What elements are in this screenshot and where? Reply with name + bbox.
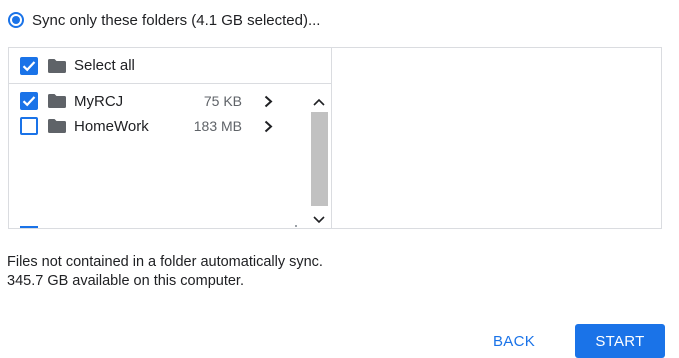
back-button[interactable]: BACK: [470, 324, 558, 358]
check-icon: [22, 96, 36, 107]
folder-tree-pane: Select all MyRCJ 75 KB HomeWork 183 MB: [9, 48, 332, 228]
sync-only-folders-label: Sync only these folders (4.1 GB selected…: [32, 11, 321, 29]
scrollbar-thumb[interactable]: [311, 112, 328, 206]
clipped-checkbox: [20, 226, 38, 228]
select-all-checkbox[interactable]: [20, 56, 38, 75]
chevron-up-icon[interactable]: [309, 94, 329, 110]
clipped-mark: [295, 225, 297, 227]
folder-name: HomeWork: [74, 117, 149, 135]
select-all-row[interactable]: Select all: [9, 48, 331, 84]
sync-only-folders-radio[interactable]: [8, 12, 24, 28]
sync-folders-dialog: Sync only these folders (4.1 GB selected…: [0, 0, 679, 358]
chevron-down-icon[interactable]: [309, 212, 329, 228]
chevron-right-icon[interactable]: [262, 119, 274, 133]
folder-icon: [48, 119, 66, 133]
folder-list-scrollbar[interactable]: [309, 88, 329, 228]
sync-info: Files not contained in a folder automati…: [7, 253, 323, 291]
folder-row-myrcj[interactable]: MyRCJ 75 KB: [9, 89, 309, 113]
folder-checkbox-myrcj[interactable]: [20, 92, 38, 110]
chevron-right-icon[interactable]: [262, 94, 274, 108]
folder-row-homework[interactable]: HomeWork 183 MB: [9, 114, 309, 138]
folder-name: MyRCJ: [74, 92, 124, 110]
folder-checkbox-homework[interactable]: [20, 117, 38, 135]
folder-size: 183 MB: [193, 118, 242, 134]
start-button[interactable]: START: [575, 324, 665, 358]
folder-detail-pane: [332, 48, 661, 228]
radio-selected-dot: [12, 16, 20, 24]
folder-icon: [48, 58, 66, 73]
folder-icon: [48, 94, 66, 108]
folder-selection-panel: Select all MyRCJ 75 KB HomeWork 183 MB: [8, 47, 662, 229]
info-unfoldered-files: Files not contained in a folder automati…: [7, 254, 323, 270]
folder-size: 75 KB: [203, 93, 242, 109]
info-available-space: 345.7 GB available on this computer.: [7, 273, 244, 289]
check-icon: [22, 60, 36, 71]
select-all-label: Select all: [74, 57, 135, 74]
sync-only-folders-option[interactable]: Sync only these folders (4.1 GB selected…: [8, 9, 320, 31]
